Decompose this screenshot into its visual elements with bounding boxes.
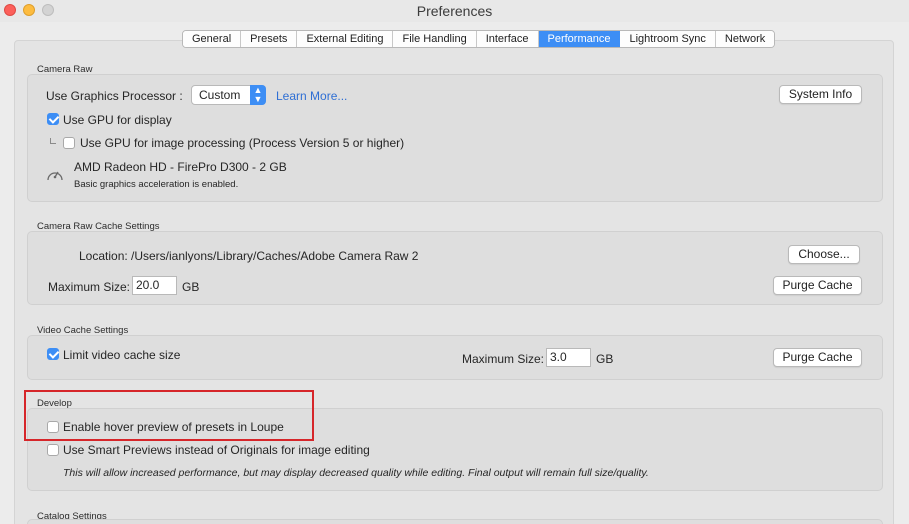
system-info-button[interactable]: System Info — [779, 85, 862, 104]
maximize-window-button[interactable] — [42, 4, 54, 16]
tab-general[interactable]: General — [183, 31, 242, 47]
smart-previews-label: Use Smart Previews instead of Originals … — [63, 443, 370, 457]
tab-interface[interactable]: Interface — [476, 31, 539, 47]
video-max-size-label: Maximum Size: — [462, 352, 545, 366]
tab-presets[interactable]: Presets — [241, 31, 298, 47]
video-unit: GB — [596, 352, 614, 366]
tab-network[interactable]: Network — [715, 31, 775, 47]
learn-more-link[interactable]: Learn More... — [276, 89, 347, 103]
cache-location-value: /Users/ianlyons/Library/Caches/Adobe Cam… — [131, 249, 419, 263]
indent-icon — [50, 138, 56, 144]
minimize-window-button[interactable] — [23, 4, 35, 16]
use-gpu-processing-label: Use GPU for image processing (Process Ve… — [80, 136, 405, 150]
limit-video-cache-checkbox[interactable] — [47, 348, 59, 360]
chevron-up-down-icon: ▲ ▼ — [250, 85, 266, 105]
use-gpu-processing-checkbox[interactable] — [63, 137, 75, 149]
smart-previews-checkbox[interactable] — [47, 444, 59, 456]
title-bar: Preferences — [0, 0, 909, 22]
gpu-name: AMD Radeon HD - FirePro D300 - 2 GB — [74, 160, 287, 174]
choose-button[interactable]: Choose... — [788, 245, 860, 264]
video-max-size-field[interactable]: 3.0 — [546, 348, 591, 367]
gauge-icon — [47, 171, 63, 181]
cache-max-size-label: Maximum Size: — [48, 280, 131, 294]
cache-max-size-field[interactable]: 20.0 — [132, 276, 177, 295]
gpu-label: Use Graphics Processor : — [46, 89, 183, 103]
catalog-group — [27, 519, 883, 524]
gpu-select-value: Custom — [199, 88, 241, 102]
gpu-status: Basic graphics acceleration is enabled. — [74, 179, 239, 190]
preferences-tabs: General Presets External Editing File Ha… — [182, 30, 776, 48]
gpu-select[interactable]: Custom ▲ ▼ — [191, 85, 266, 105]
tab-performance[interactable]: Performance — [538, 31, 621, 47]
highlight-box — [24, 390, 314, 441]
video-purge-cache-button[interactable]: Purge Cache — [773, 348, 862, 367]
use-gpu-display-checkbox[interactable] — [47, 113, 59, 125]
tab-file-handling[interactable]: File Handling — [393, 31, 477, 47]
cache-unit: GB — [182, 280, 200, 294]
smart-previews-note: This will allow increased performance, b… — [63, 467, 649, 479]
tab-external-editing[interactable]: External Editing — [297, 31, 394, 47]
cache-location-label: Location: — [79, 249, 128, 263]
purge-cache-button[interactable]: Purge Cache — [773, 276, 862, 295]
close-window-button[interactable] — [4, 4, 16, 16]
tab-lightroom-sync[interactable]: Lightroom Sync — [620, 31, 716, 47]
limit-video-cache-label: Limit video cache size — [63, 348, 181, 362]
use-gpu-display-label: Use GPU for display — [63, 113, 172, 127]
window-title: Preferences — [416, 3, 493, 19]
